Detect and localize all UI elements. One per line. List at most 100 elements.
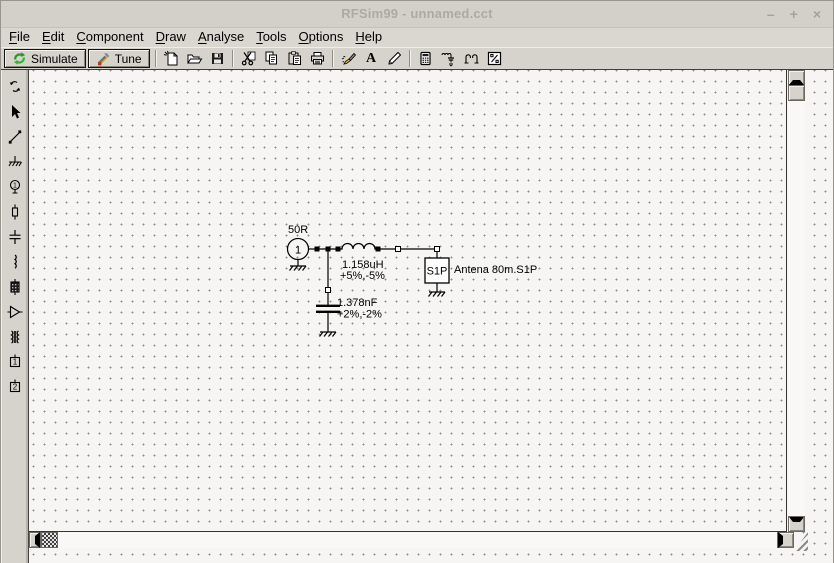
inductor-tool-button[interactable] xyxy=(3,249,27,274)
scroll-left-button[interactable] xyxy=(29,532,41,548)
component-toolbar: 1 xyxy=(1,70,29,563)
capacitor-value-label: 1.378nF xyxy=(337,297,378,309)
maximize-button[interactable]: + xyxy=(790,5,798,23)
close-button[interactable]: × xyxy=(813,5,821,23)
minimize-button[interactable]: – xyxy=(767,5,775,23)
paste-icon xyxy=(286,50,303,67)
svg-text:1: 1 xyxy=(12,357,17,366)
cut-button[interactable] xyxy=(237,48,260,69)
draw-line-button[interactable] xyxy=(383,48,406,69)
match-network-button[interactable] xyxy=(437,48,460,69)
sparameter-icon xyxy=(6,278,24,296)
arrow-down-icon xyxy=(789,517,804,533)
wire-tool-button[interactable] xyxy=(3,124,27,149)
svg-text:1: 1 xyxy=(13,182,17,189)
vertical-scroll-thumb[interactable] xyxy=(788,85,805,101)
horizontal-scrollbar[interactable] xyxy=(29,532,794,548)
capacitor-tool-button[interactable] xyxy=(3,224,27,249)
menu-help[interactable]: Help xyxy=(349,29,388,46)
coupler-button[interactable] xyxy=(460,48,483,69)
tune-label: Tune xyxy=(115,52,142,66)
tune-button[interactable]: Tune xyxy=(88,49,150,68)
toolbar: Simulate Tune xyxy=(1,47,833,70)
printer-icon xyxy=(309,50,326,67)
toolbar-separator xyxy=(232,50,234,67)
sparameter-tool-button[interactable] xyxy=(3,274,27,299)
menu-edit[interactable]: Edit xyxy=(36,29,70,46)
port1-tool-button[interactable]: 1 xyxy=(3,349,27,374)
toolbar-separator xyxy=(155,50,157,67)
titlebar[interactable]: RFSim99 - unnamed.cct – + × xyxy=(1,1,833,28)
capacitor-icon xyxy=(6,228,24,246)
paste-button[interactable] xyxy=(283,48,306,69)
window-title: RFSim99 - unnamed.cct xyxy=(1,6,833,21)
open-folder-icon xyxy=(186,50,203,67)
schematic-canvas[interactable]: 50R 1 1.158uH xyxy=(1,70,833,563)
menu-file[interactable]: File xyxy=(3,29,36,46)
scroll-up-button[interactable] xyxy=(788,70,805,85)
horizontal-scroll-thumb[interactable] xyxy=(41,532,58,548)
port2-icon: 2 xyxy=(6,378,24,396)
scroll-down-button[interactable] xyxy=(788,516,805,532)
toolbar-separator xyxy=(409,50,411,67)
scroll-right-button[interactable] xyxy=(777,532,794,548)
arrow-up-icon xyxy=(789,70,804,85)
scissors-icon xyxy=(240,50,257,67)
menu-analyse[interactable]: Analyse xyxy=(192,29,250,46)
resistor-icon xyxy=(6,203,24,221)
menu-draw[interactable]: Draw xyxy=(150,29,192,46)
menu-component[interactable]: Component xyxy=(70,29,149,46)
transformer-tool-button[interactable] xyxy=(3,324,27,349)
arrow-left-icon xyxy=(30,532,40,548)
inductor-tolerance-label: +5%,-5% xyxy=(340,270,385,282)
copy-icon xyxy=(263,50,280,67)
print-button[interactable] xyxy=(306,48,329,69)
copy-button[interactable] xyxy=(260,48,283,69)
text-tool-icon: A xyxy=(366,51,376,67)
amplifier-icon xyxy=(6,303,24,321)
text-tool-button[interactable]: A xyxy=(360,48,383,69)
sparam-tool-button[interactable] xyxy=(483,48,506,69)
new-file-button[interactable] xyxy=(160,48,183,69)
source-icon: 1 xyxy=(6,178,24,196)
simulate-button[interactable]: Simulate xyxy=(4,49,86,68)
transformer-icon xyxy=(6,328,24,346)
simulate-label: Simulate xyxy=(31,52,78,66)
rotate-tool-button[interactable] xyxy=(3,74,27,99)
sparam-file-label: Antena 80m.S1P xyxy=(454,264,537,276)
source-value-label: 50R xyxy=(288,224,308,236)
pencil-icon xyxy=(386,50,403,67)
calculator-button[interactable] xyxy=(414,48,437,69)
menu-tools[interactable]: Tools xyxy=(250,29,292,46)
ground-tool-button[interactable] xyxy=(3,149,27,174)
arrow-right-icon xyxy=(778,532,793,548)
resistor-tool-button[interactable] xyxy=(3,199,27,224)
coupler-icon xyxy=(463,50,480,67)
vertical-scrollbar[interactable] xyxy=(788,70,805,532)
toolbar-separator xyxy=(332,50,334,67)
save-button[interactable] xyxy=(206,48,229,69)
source-tool-button[interactable]: 1 xyxy=(3,174,27,199)
erase-button[interactable] xyxy=(337,48,360,69)
save-floppy-icon xyxy=(209,50,226,67)
wire-icon xyxy=(6,128,24,146)
pointer-icon xyxy=(6,103,24,121)
port2-tool-button[interactable]: 2 xyxy=(3,374,27,399)
capacitor-component[interactable]: 1.378nF +2%,-2% xyxy=(316,292,382,337)
open-file-button[interactable] xyxy=(183,48,206,69)
amplifier-tool-button[interactable] xyxy=(3,299,27,324)
svg-text:2: 2 xyxy=(12,382,17,391)
calculator-icon xyxy=(417,50,434,67)
menu-options[interactable]: Options xyxy=(293,29,350,46)
capacitor-tolerance-label: +2%,-2% xyxy=(337,309,382,321)
source-component[interactable]: 50R 1 xyxy=(288,224,318,271)
circuit-schematic: 50R 1 1.158uH xyxy=(1,70,834,563)
rotate-icon xyxy=(6,78,24,96)
inductor-component[interactable]: 1.158uH +5%,-5% xyxy=(338,244,385,283)
eraser-icon xyxy=(340,50,357,67)
tune-icon xyxy=(96,51,111,66)
source-port-number: 1 xyxy=(295,245,301,257)
app-window: RFSim99 - unnamed.cct – + × File Edit Co… xyxy=(0,0,834,563)
select-tool-button[interactable] xyxy=(3,99,27,124)
sparam-component[interactable]: S1P Antena 80m.S1P xyxy=(425,251,537,297)
